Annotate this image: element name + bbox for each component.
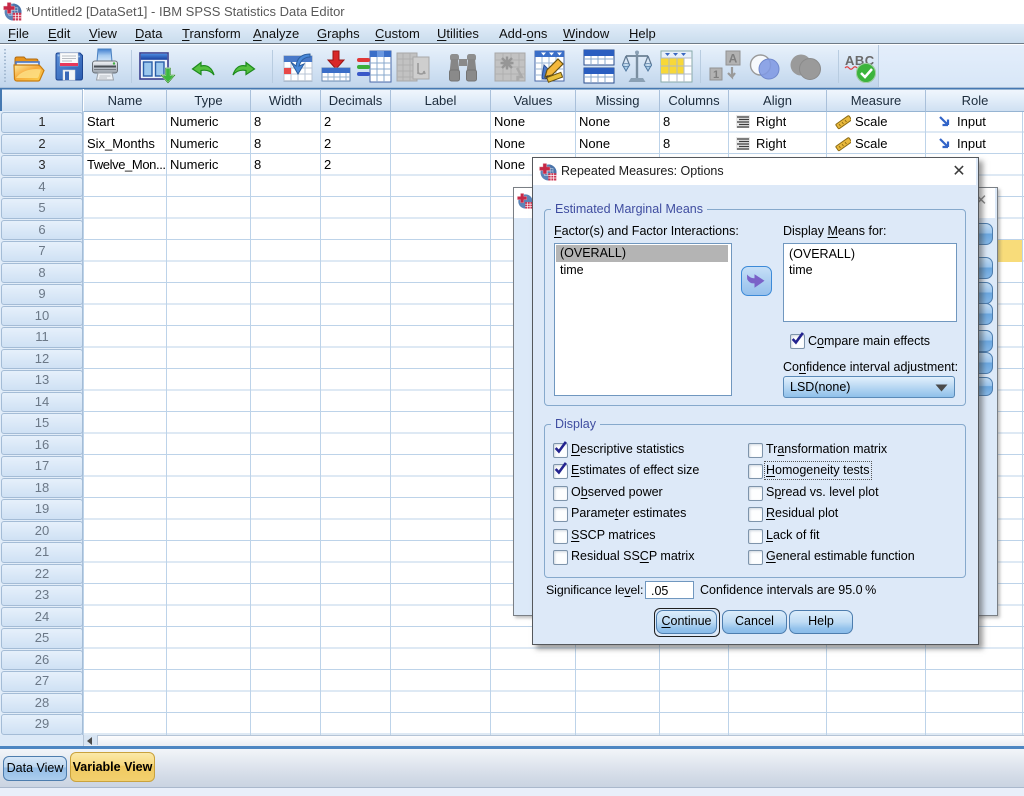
svg-text:A: A	[729, 52, 738, 66]
svg-text:1: 1	[713, 69, 719, 81]
